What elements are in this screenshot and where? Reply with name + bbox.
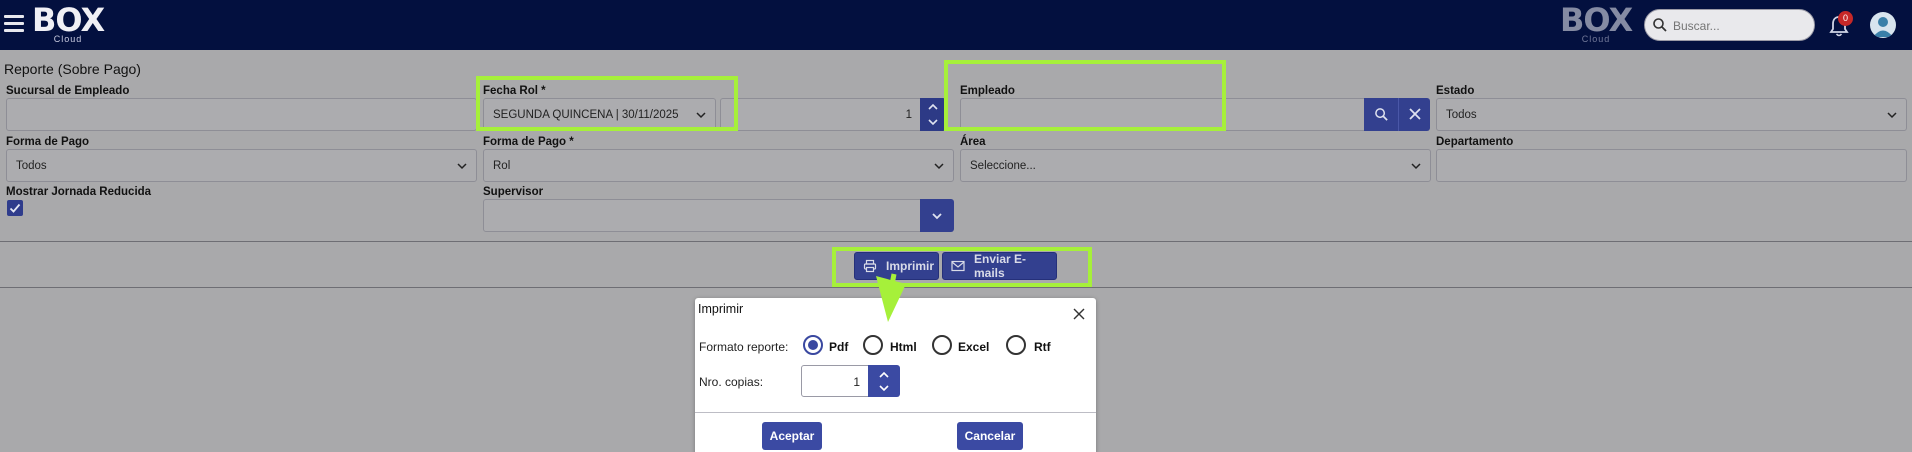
chevron-down-icon[interactable]	[928, 117, 938, 127]
chevron-up-icon[interactable]	[928, 102, 938, 112]
search-box[interactable]	[1644, 9, 1815, 41]
menu-icon[interactable]	[4, 15, 24, 33]
supervisor-label: Supervisor	[483, 186, 544, 198]
jornada-label: Mostrar Jornada Reducida	[6, 186, 152, 198]
radio-excel[interactable]	[932, 335, 952, 355]
divider	[0, 287, 1912, 288]
supervisor-dropdown-button[interactable]	[920, 199, 954, 232]
user-avatar[interactable]	[1870, 12, 1896, 38]
dialog-title: Imprimir	[698, 302, 744, 316]
copies-label: Nro. copias:	[699, 375, 764, 389]
fecha-rol-number: 1	[905, 109, 912, 121]
forma-pago-rol-value: Rol	[493, 160, 511, 172]
chevron-down-icon[interactable]	[879, 384, 889, 393]
notification-badge: 0	[1838, 11, 1853, 26]
search-icon	[1375, 108, 1388, 121]
fecha-rol-stepper[interactable]	[920, 98, 946, 131]
departamento-field[interactable]	[1436, 149, 1907, 182]
highlight-box	[476, 76, 738, 131]
sucursal-field[interactable]	[6, 98, 477, 131]
sucursal-label: Sucursal de Empleado	[6, 85, 130, 97]
empleado-clear-button[interactable]	[1398, 98, 1430, 131]
empleado-search-button[interactable]	[1364, 98, 1398, 131]
search-icon	[1653, 18, 1667, 32]
supervisor-field[interactable]	[483, 199, 921, 232]
page-title: Reporte (Sobre Pago)	[4, 61, 141, 77]
chevron-down-icon	[1887, 112, 1897, 119]
estado-select[interactable]: Todos	[1436, 98, 1907, 131]
app-logo[interactable]: BOX Cloud	[32, 4, 105, 44]
estado-label: Estado	[1436, 85, 1475, 97]
forma-pago-rol-select[interactable]: Rol	[483, 149, 954, 182]
chevron-down-icon	[457, 163, 467, 170]
chevron-down-icon	[932, 213, 942, 220]
chevron-up-icon[interactable]	[879, 370, 889, 379]
top-bar: BOX Cloud BOX Cloud 0	[0, 0, 1912, 50]
brand-logo: BOX Cloud	[1560, 1, 1633, 44]
search-input[interactable]	[1673, 16, 1808, 36]
jornada-checkbox[interactable]	[7, 200, 23, 216]
format-label: Formato reporte:	[699, 340, 789, 354]
radio-rtf-label: Rtf	[1034, 340, 1051, 354]
dialog-divider	[695, 412, 1096, 413]
estado-value: Todos	[1446, 109, 1477, 121]
close-icon	[1409, 108, 1421, 120]
close-icon[interactable]	[1073, 308, 1085, 320]
radio-excel-label: Excel	[958, 340, 990, 354]
radio-pdf-label: Pdf	[829, 340, 849, 354]
accept-button[interactable]: Aceptar	[762, 422, 822, 450]
highlight-box	[944, 60, 1226, 131]
cancel-button[interactable]: Cancelar	[957, 422, 1023, 450]
check-icon	[9, 203, 21, 213]
forma-pago-label: Forma de Pago	[6, 136, 90, 148]
area-select[interactable]: Seleccione...	[960, 149, 1431, 182]
radio-rtf[interactable]	[1006, 335, 1026, 355]
divider	[0, 241, 1912, 242]
area-value: Seleccione...	[970, 160, 1036, 172]
copies-input[interactable]: 1	[801, 365, 869, 397]
area-label: Área	[960, 136, 986, 148]
forma-pago-rol-label: Forma de Pago *	[483, 136, 574, 148]
chevron-down-icon	[1411, 163, 1421, 170]
departamento-label: Departamento	[1436, 136, 1514, 148]
chevron-down-icon	[934, 163, 944, 170]
forma-pago-value: Todos	[16, 160, 47, 172]
user-icon	[1873, 17, 1893, 37]
fecha-rol-number-field[interactable]: 1	[720, 98, 921, 131]
arrow-annotation-icon	[876, 273, 906, 322]
radio-pdf[interactable]	[803, 335, 823, 355]
forma-pago-select[interactable]: Todos	[6, 149, 477, 182]
copies-stepper[interactable]	[868, 365, 900, 397]
